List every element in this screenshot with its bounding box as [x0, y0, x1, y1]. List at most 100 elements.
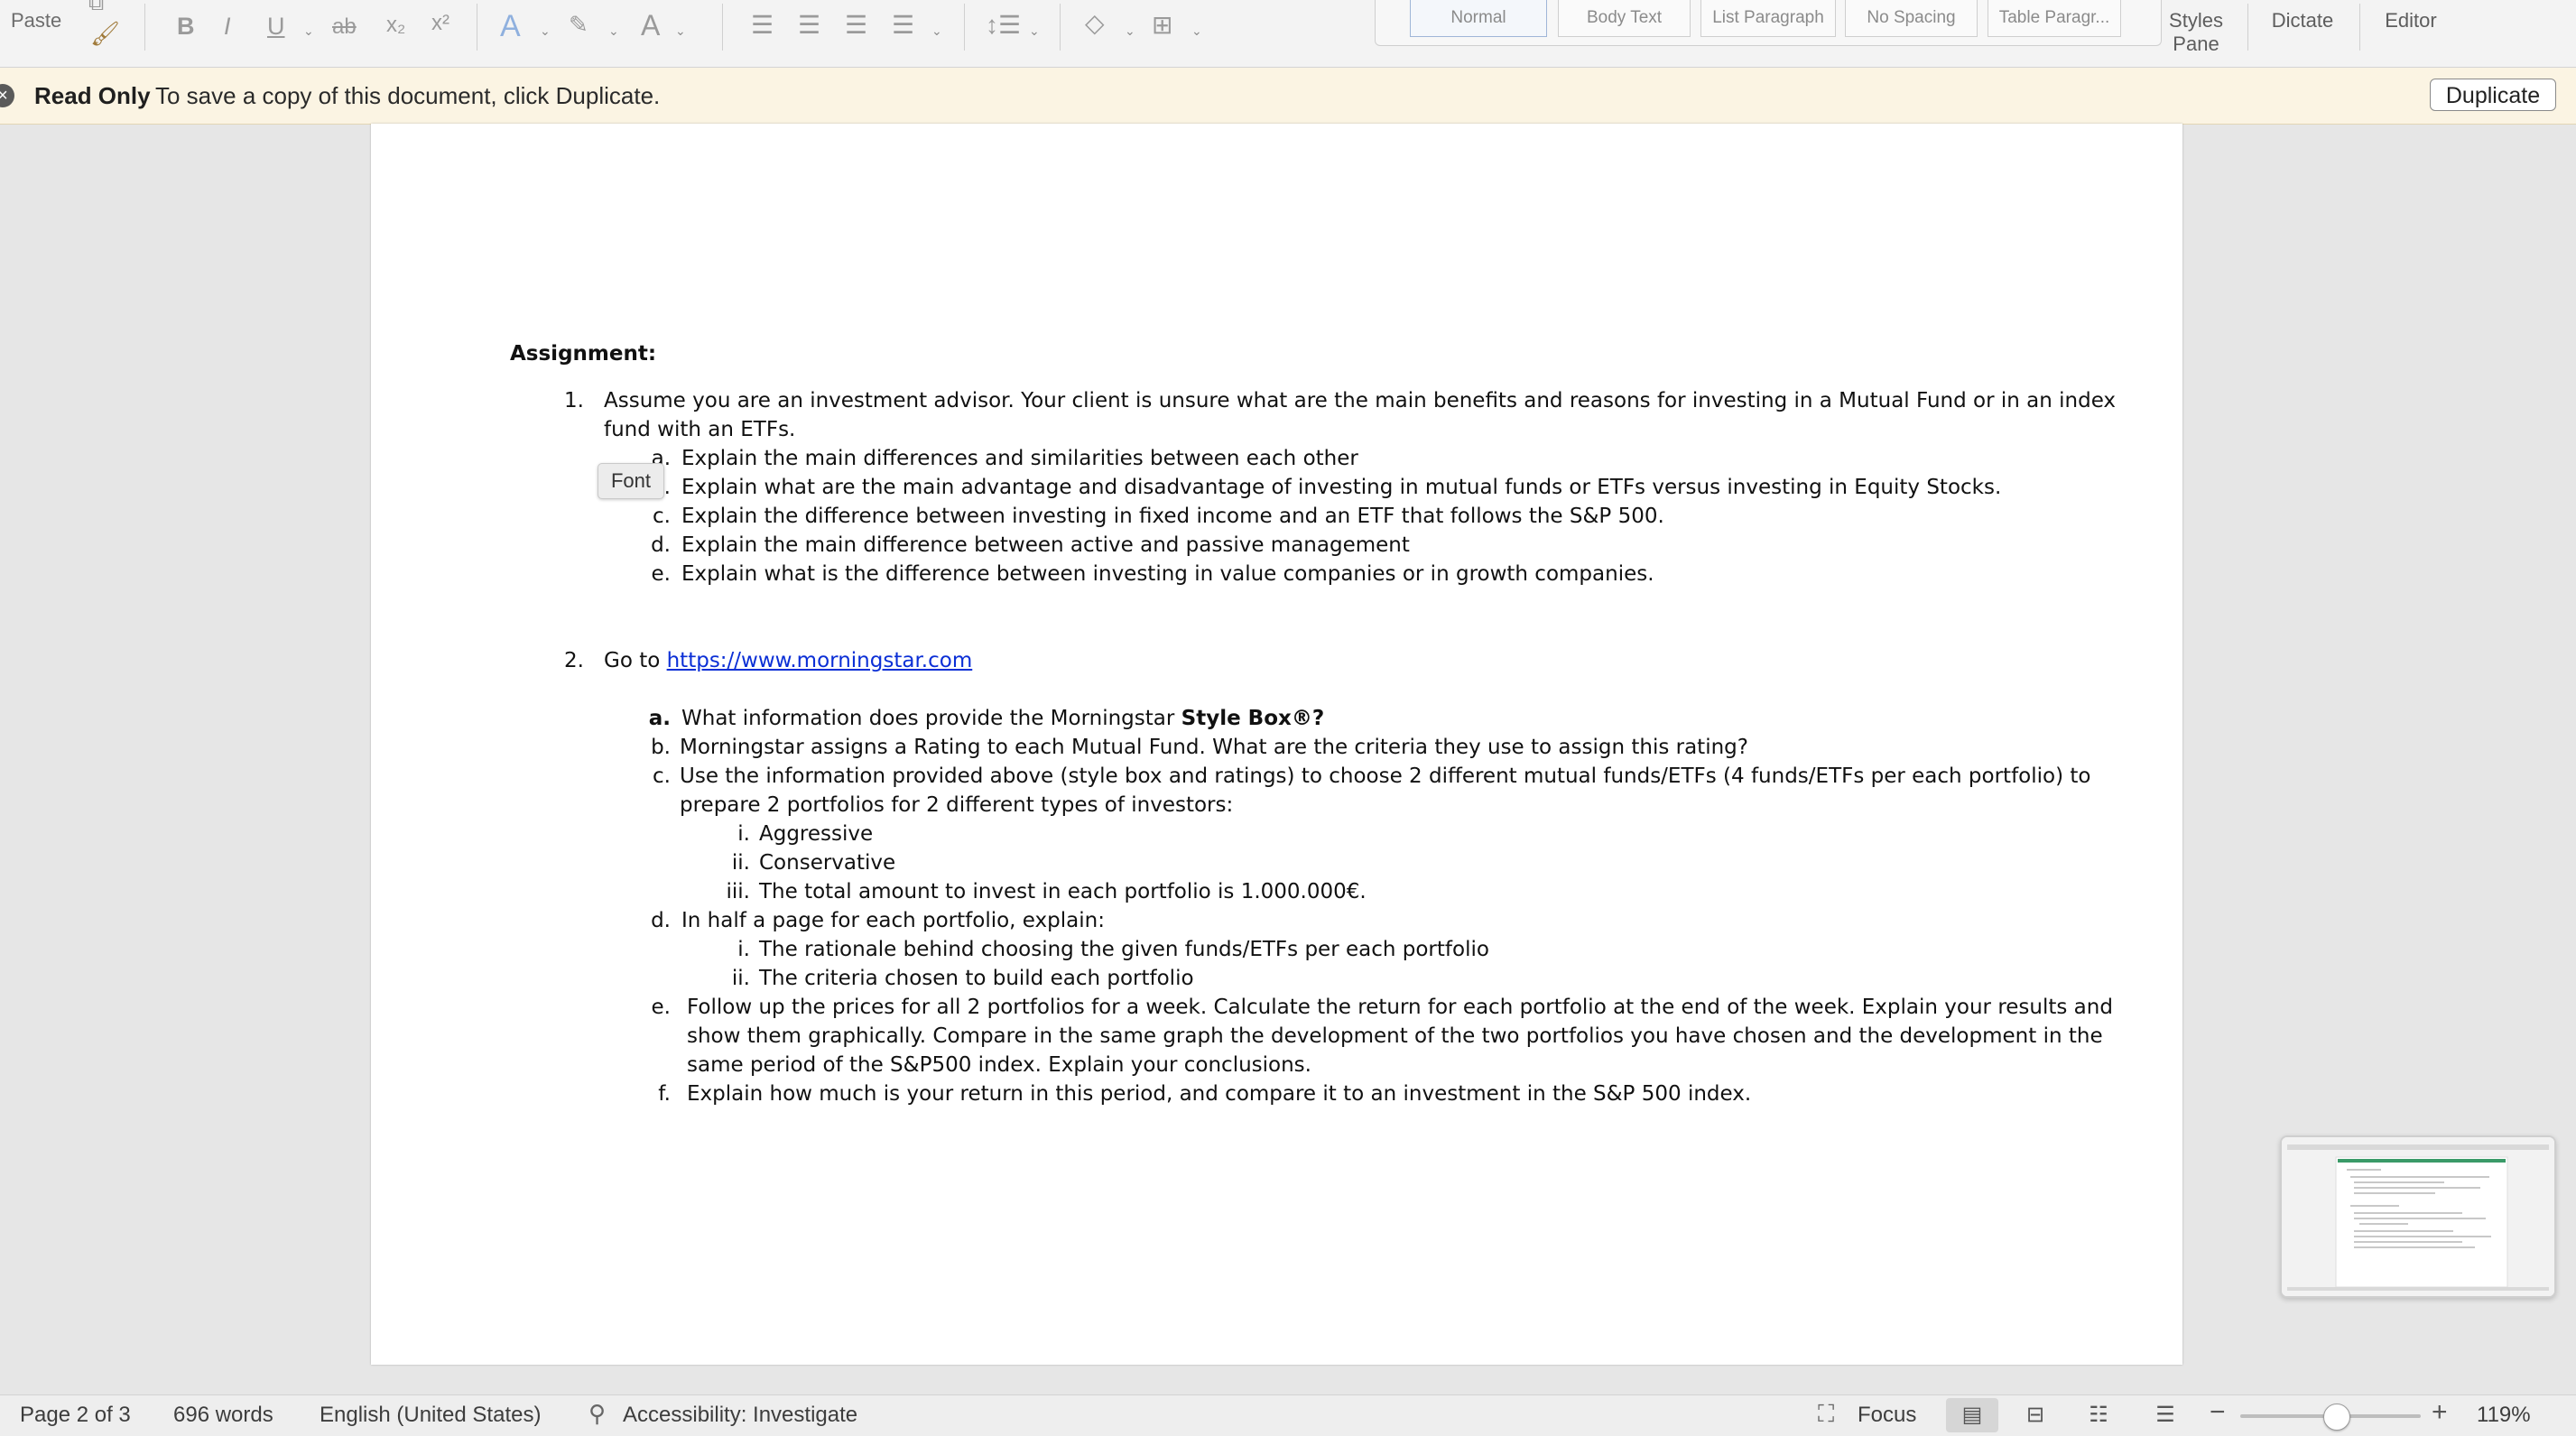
list-item-text: Go to https://www.morningstar.com — [604, 647, 972, 674]
sublist-item: prepare 2 portfolios for 2 different typ… — [680, 793, 1234, 817]
list-item-text: Assume you are an investment advisor. Yo… — [604, 389, 2117, 412]
sublist-label: f. — [658, 1082, 671, 1106]
bold-button[interactable]: B — [177, 13, 195, 41]
sublist-item: Use the information provided above (styl… — [680, 764, 2091, 788]
style-normal[interactable]: Normal — [1410, 0, 1547, 37]
subscript-button[interactable]: x₂ — [386, 13, 405, 38]
sublist-label: d. — [651, 909, 671, 932]
status-bar: Page 2 of 3 696 words English (United St… — [0, 1394, 2576, 1436]
sublist-item: In half a page for each portfolio, expla… — [681, 909, 1105, 932]
zoom-in-icon[interactable]: + — [2432, 1397, 2448, 1428]
chevron-down-icon[interactable]: ⌄ — [1191, 23, 1202, 39]
sublist-label: d. — [651, 533, 671, 557]
subsublist-item: The total amount to invest in each portf… — [759, 880, 1367, 903]
chevron-down-icon[interactable]: ⌄ — [540, 23, 551, 39]
chevron-down-icon[interactable]: ⌄ — [608, 23, 619, 39]
draft-view-icon[interactable]: ☰ — [2139, 1398, 2191, 1432]
ribbon-toolbar: Paste ⧉ 🖌 B I U ⌄ ab x₂ x² A ⌄ ✎ ⌄ A ⌄ ☰… — [0, 0, 2576, 68]
dictate-button[interactable]: Dictate — [2262, 9, 2343, 32]
copy-icon[interactable]: ⧉ — [88, 0, 104, 14]
subsublist-label: iii. — [726, 880, 750, 903]
duplicate-button[interactable]: Duplicate — [2430, 79, 2556, 111]
chevron-down-icon[interactable]: ⌄ — [931, 23, 942, 39]
go-to-text: Go to — [604, 649, 667, 672]
zoom-slider-thumb[interactable] — [2323, 1404, 2350, 1431]
sublist-item: Explain the difference between investing… — [681, 505, 1664, 528]
highlight-pen-icon[interactable]: ✎ — [569, 13, 588, 36]
strikethrough-button[interactable]: ab — [332, 14, 357, 40]
sublist-label: e. — [651, 996, 671, 1019]
morningstar-link[interactable]: https://www.morningstar.com — [667, 649, 973, 672]
window-thumbnail-preview[interactable] — [2280, 1135, 2556, 1298]
outline-view-icon[interactable]: ☷ — [2072, 1398, 2125, 1432]
text-effects-button[interactable]: A — [500, 9, 521, 44]
focus-icon: ⛶ — [1818, 1400, 1835, 1427]
align-left-icon[interactable]: ☰ — [751, 13, 774, 38]
sublist-label: c. — [653, 764, 671, 788]
format-painter-icon[interactable]: 🖌 — [90, 22, 120, 45]
styles-pane-button[interactable]: Styles Pane — [2164, 9, 2228, 56]
borders-icon[interactable]: ⊞ — [1152, 13, 1172, 38]
subsublist-label: i. — [737, 938, 750, 961]
subsublist-item: Conservative — [759, 851, 896, 875]
subsublist-label: ii. — [731, 851, 750, 875]
style-list-paragraph[interactable]: List Paragraph — [1700, 0, 1836, 37]
read-only-message: To save a copy of this document, click D… — [155, 82, 661, 109]
subsublist-label: i. — [737, 822, 750, 846]
align-right-icon[interactable]: ☰ — [845, 13, 867, 38]
sublist-item: Follow up the prices for all 2 portfolio… — [687, 996, 2113, 1019]
sublist-item: Explain what are the main advantage and … — [681, 476, 2002, 499]
zoom-out-icon[interactable]: − — [2210, 1397, 2226, 1428]
sublist-label: c. — [653, 505, 671, 528]
chevron-down-icon[interactable]: ⌄ — [303, 23, 314, 39]
read-only-title: Read Only — [34, 82, 151, 109]
close-icon[interactable]: × — [0, 84, 14, 107]
style-table-paragraph[interactable]: Table Paragr... — [1988, 0, 2121, 37]
read-only-bar: × Read Only To save a copy of this docum… — [0, 68, 2576, 125]
print-layout-view-icon[interactable]: ▤ — [1946, 1398, 1998, 1432]
italic-button[interactable]: I — [224, 13, 231, 41]
chevron-down-icon[interactable]: ⌄ — [1029, 23, 1040, 39]
sublist-item: Morningstar assigns a Rating to each Mut… — [680, 736, 1748, 759]
editor-button[interactable]: Editor — [2370, 9, 2451, 32]
document-page[interactable]: Assignment: 1. Assume you are an investm… — [371, 124, 2182, 1365]
align-center-icon[interactable]: ☰ — [798, 13, 820, 38]
sublist-label: b. — [651, 736, 671, 759]
chevron-down-icon[interactable]: ⌄ — [675, 23, 686, 39]
assignment-heading: Assignment: — [510, 342, 657, 366]
styles-pane-label-line1: Styles — [2169, 9, 2223, 32]
line-spacing-icon[interactable]: ↕☰ — [986, 13, 1021, 38]
list-number: 1. — [564, 389, 584, 412]
chevron-down-icon[interactable]: ⌄ — [1125, 23, 1135, 39]
page-count[interactable]: Page 2 of 3 — [20, 1403, 131, 1428]
styles-pane-label-line2: Pane — [2173, 32, 2219, 55]
font-tooltip: Font — [598, 463, 664, 499]
font-color-button[interactable]: A — [641, 9, 660, 42]
zoom-level[interactable]: 119% — [2477, 1403, 2531, 1428]
superscript-button[interactable]: x² — [431, 11, 449, 36]
sublist-item: What information does provide the Mornin… — [681, 705, 1324, 732]
subsublist-item: The rationale behind choosing the given … — [759, 938, 1489, 961]
language-indicator[interactable]: English (United States) — [320, 1403, 541, 1428]
sublist-item-text: What information does provide the Mornin… — [681, 707, 1181, 730]
justify-icon[interactable]: ☰ — [892, 13, 914, 38]
accessibility-status[interactable]: Accessibility: Investigate — [623, 1403, 857, 1428]
subsublist-item: Aggressive — [759, 822, 874, 846]
web-layout-view-icon[interactable]: ⊟ — [2009, 1398, 2062, 1432]
style-no-spacing[interactable]: No Spacing — [1845, 0, 1978, 37]
thumbnail-image — [2282, 1137, 2554, 1296]
underline-button[interactable]: U — [267, 13, 285, 41]
sublist-item: show them graphically. Compare in the sa… — [687, 1024, 2103, 1048]
subsublist-item: The criteria chosen to build each portfo… — [759, 967, 1194, 990]
sublist-label: a. — [648, 707, 671, 730]
sublist-item: Explain how much is your return in this … — [687, 1082, 1752, 1106]
list-item-text: fund with an ETFs. — [604, 418, 796, 441]
subsublist-label: ii. — [731, 967, 750, 990]
shading-icon[interactable]: ◇ — [1085, 11, 1105, 36]
word-count[interactable]: 696 words — [173, 1403, 273, 1428]
sublist-item: same period of the S&P500 index. Explain… — [687, 1053, 1311, 1077]
paste-button[interactable]: Paste — [11, 9, 61, 32]
focus-button[interactable]: Focus — [1858, 1403, 1916, 1428]
sublist-item: Explain what is the difference between i… — [681, 562, 1654, 586]
style-body-text[interactable]: Body Text — [1558, 0, 1691, 37]
